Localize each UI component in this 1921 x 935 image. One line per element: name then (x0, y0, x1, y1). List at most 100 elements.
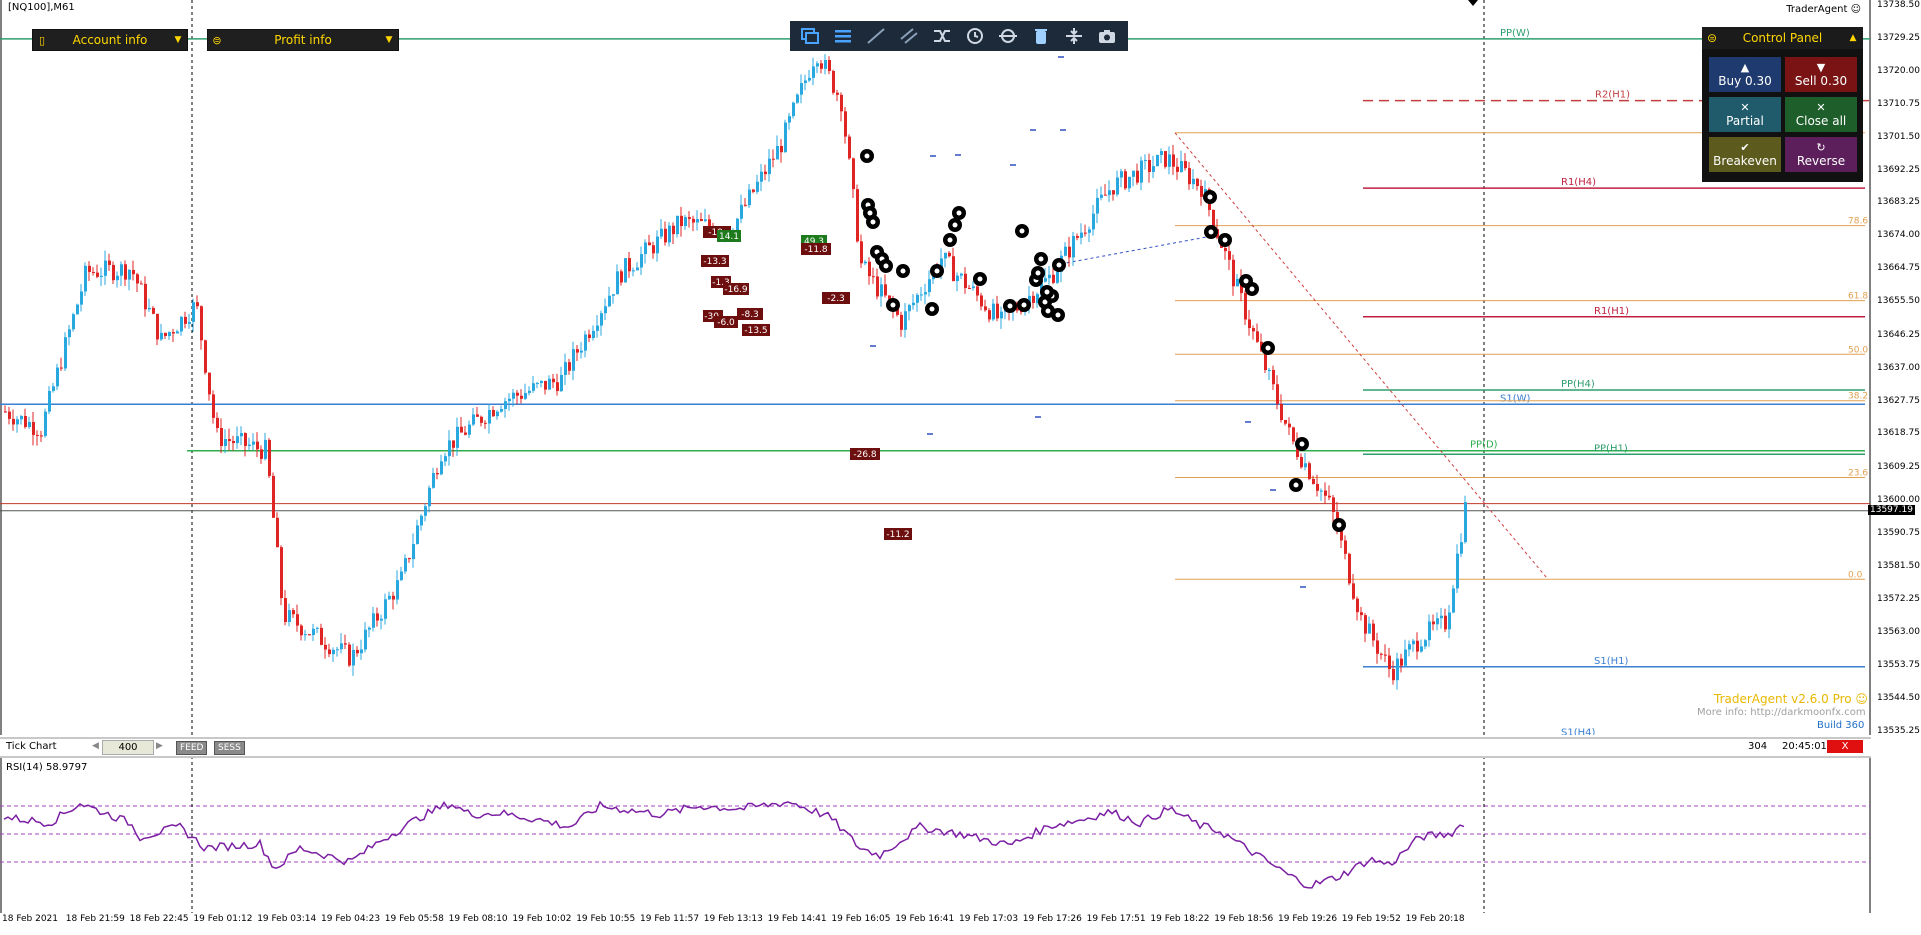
buy-button[interactable]: ▲ Buy 0.30 (1709, 57, 1781, 92)
chevron-up-icon[interactable]: ▲ (1843, 33, 1863, 43)
candle-body (1316, 483, 1319, 491)
candle-body (1128, 176, 1131, 189)
candle-body (1312, 478, 1315, 484)
order-marker-dot (1336, 522, 1342, 528)
watermark-build: Build 360 (1817, 720, 1865, 731)
candle-body (1088, 229, 1091, 233)
candle-body (648, 242, 651, 246)
candle-body (880, 284, 883, 297)
account-info-dropdown[interactable]: ▯ Account info ▼ (32, 29, 188, 51)
candle-body (976, 286, 979, 296)
candle-body (1444, 615, 1447, 630)
candle-body (1304, 463, 1307, 468)
order-marker-dot (867, 210, 873, 216)
buy-label: Buy 0.30 (1718, 73, 1772, 88)
close-chart-button[interactable]: X (1827, 740, 1863, 753)
chevron-down-icon: ▼ (385, 35, 393, 45)
price-tick-label: 13563.00 (1877, 626, 1920, 637)
windows-icon[interactable] (794, 22, 825, 50)
close-all-button[interactable]: ✕ Close all (1785, 97, 1857, 132)
trendline-icon[interactable] (860, 22, 891, 50)
candle-body (884, 284, 887, 296)
candle-body (640, 254, 643, 268)
price-chart[interactable]: PP(W) R2(H1) R1(H4) R1(H1) PP(H4) S1(W) PP(D) P… (0, 0, 1871, 735)
candle-body (752, 189, 755, 192)
candle-body (1400, 658, 1403, 666)
candle-body (1180, 161, 1183, 172)
watermark-title: TraderAgent v2.6.0 Pro ☺ (1714, 692, 1868, 706)
candle-body (488, 410, 491, 424)
candle-body (472, 414, 475, 425)
candle-body (852, 158, 855, 190)
time-tick-label: 19 Feb 03:14 (257, 914, 317, 924)
trade-result-label: -6.0 (717, 318, 735, 328)
partial-close-button[interactable]: ✕ Partial (1709, 97, 1781, 132)
menu-icon[interactable] (827, 22, 858, 50)
arrow-right-icon[interactable]: ▶ (156, 741, 163, 751)
tick-count-input[interactable]: 400 (102, 740, 154, 755)
arrow-left-icon[interactable]: ◀ (92, 741, 99, 751)
target-icon[interactable] (992, 22, 1023, 50)
candle-body (452, 440, 455, 448)
candle-body (668, 225, 671, 243)
split-icon[interactable] (1058, 22, 1089, 50)
candle-body (740, 204, 743, 219)
candle-body (876, 276, 879, 297)
candle-body (596, 325, 599, 331)
price-tick-label: 13710.75 (1877, 99, 1920, 110)
candle-body (344, 643, 347, 645)
candle-body (816, 63, 819, 67)
candle-body (1420, 646, 1423, 652)
candle-body (1068, 246, 1071, 258)
rsi-panel[interactable]: 1007050300 (0, 756, 1871, 913)
candle-body (148, 307, 151, 310)
candle-body (44, 411, 47, 436)
candle-body (628, 258, 631, 272)
shuffle-icon[interactable] (926, 22, 957, 50)
trade-result-label: -13.3 (703, 257, 726, 267)
candle-body (48, 390, 51, 412)
time-tick-label: 19 Feb 19:52 (1341, 914, 1401, 924)
channel-icon[interactable] (893, 22, 924, 50)
candle-body (1352, 583, 1355, 599)
order-marker-dot (952, 222, 958, 228)
candle-body (536, 382, 539, 384)
candle-body (1368, 623, 1371, 634)
candle-body (524, 392, 527, 399)
sell-button[interactable]: ▼ Sell 0.30 (1785, 57, 1857, 92)
time-tick-label: 19 Feb 10:02 (512, 914, 572, 924)
order-marker-dot (1021, 302, 1027, 308)
trade-result-label: -16.9 (724, 285, 748, 295)
trash-icon[interactable] (1025, 22, 1056, 50)
close-all-label: Close all (1795, 113, 1847, 128)
profit-info-dropdown[interactable]: ⊜ Profit info ▼ (207, 29, 399, 51)
candle-body (1224, 247, 1227, 252)
control-panel-title: Control Panel (1742, 31, 1823, 45)
candle-body (1344, 540, 1347, 554)
candle-body (228, 439, 231, 442)
candle-body (332, 649, 335, 655)
candle-body (464, 432, 467, 435)
order-marker-dot (1207, 194, 1213, 200)
time-tick-label: 18 Feb 22:45 (129, 914, 189, 924)
control-panel-header[interactable]: ⊜ Control Panel ▲ (1702, 27, 1863, 49)
pivot-level-label: PP(H1) (1594, 443, 1628, 454)
candle-body (236, 436, 239, 444)
candle-body (824, 60, 827, 69)
breakeven-button[interactable]: ✔ Breakeven (1709, 137, 1781, 172)
candle-body (556, 382, 559, 392)
candle-body (60, 367, 63, 369)
candle-body (1228, 251, 1231, 260)
shift-marker-icon[interactable] (1468, 0, 1478, 6)
candle-body (36, 434, 39, 436)
price-tick-label: 13600.00 (1877, 494, 1920, 505)
candle-body (456, 426, 459, 448)
candle-body (1172, 154, 1175, 167)
reverse-button[interactable]: ↻ Reverse (1785, 137, 1857, 172)
feed-button[interactable]: FEED (176, 741, 208, 755)
session-button[interactable]: SESS (214, 741, 245, 755)
drawing-toolbar (790, 21, 1128, 51)
camera-icon[interactable] (1091, 22, 1122, 50)
clock-icon[interactable] (959, 22, 990, 50)
candle-body (300, 625, 303, 636)
